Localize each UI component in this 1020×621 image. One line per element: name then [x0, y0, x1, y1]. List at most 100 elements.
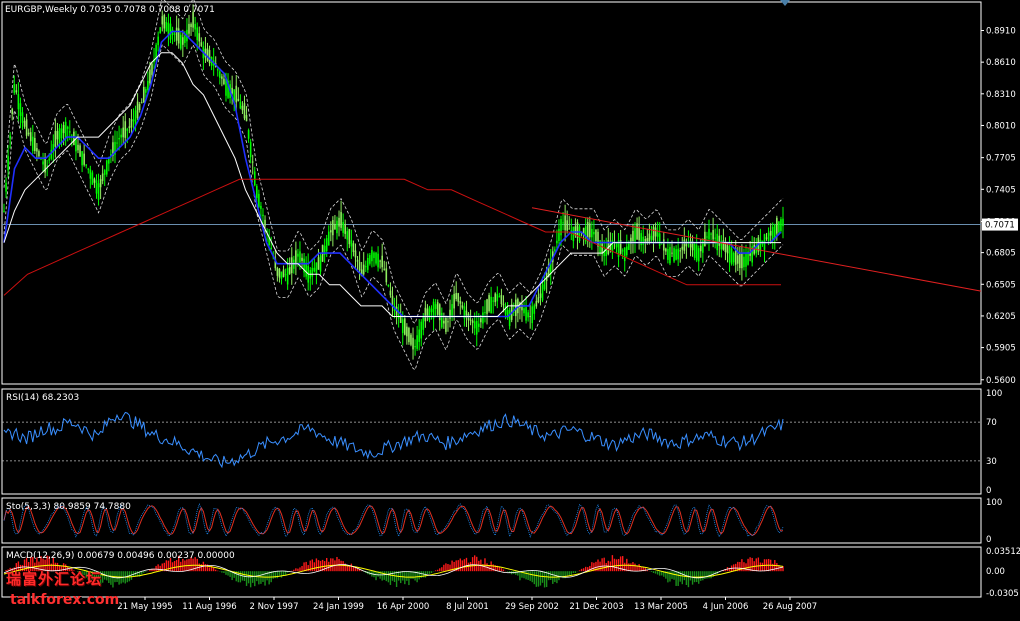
- candle-body: [256, 185, 258, 199]
- candle-body: [34, 138, 36, 151]
- candle-body: [477, 323, 480, 327]
- time-tick-label: 13 Mar 2005: [634, 602, 688, 612]
- candle-body: [712, 230, 714, 240]
- candle-body: [539, 293, 542, 298]
- candle-body: [484, 312, 486, 314]
- candle-body: [782, 218, 784, 227]
- candle-body: [765, 237, 768, 239]
- time-tick-label: 26 Aug 2007: [763, 602, 817, 612]
- candle-body: [558, 228, 560, 242]
- candle-body: [124, 121, 127, 138]
- candle-body: [177, 28, 180, 44]
- candle-body: [85, 164, 88, 166]
- candle-body: [496, 294, 499, 302]
- candle-body: [23, 120, 26, 127]
- candle-body: [223, 78, 225, 85]
- candle-body: [373, 252, 375, 259]
- candle-body: [732, 252, 735, 263]
- candle-body: [708, 228, 710, 240]
- candle-body: [418, 329, 420, 342]
- candle-body: [714, 237, 716, 239]
- candle-body: [424, 307, 427, 322]
- rsi-line: [3, 411, 784, 469]
- stoch-title: Sto(5,3,3) 80.9859 74.7880: [6, 502, 131, 512]
- candle-body: [529, 316, 531, 318]
- pane-frame-sto: [1, 497, 982, 544]
- forum-watermark: 瑞富外汇论坛 talkforex.com: [2, 568, 122, 612]
- price-tick-label: 0.8910: [986, 26, 1016, 36]
- candle-body: [336, 220, 338, 234]
- candle-body: [97, 183, 100, 200]
- candle-body: [188, 23, 190, 34]
- candle-body: [560, 219, 562, 236]
- candle-body: [451, 304, 453, 318]
- candle-body: [625, 246, 628, 256]
- candle-body: [414, 346, 416, 348]
- main-pane-title: EURGBP,Weekly 0.7035 0.7078 0.7008 0.707…: [5, 5, 215, 15]
- candle-body: [66, 126, 69, 129]
- time-tick-label: 24 Jan 1999: [313, 602, 364, 612]
- candle-body: [206, 48, 209, 61]
- trading-terminal-chart[interactable]: 0.89100.86100.83100.80100.77050.74050.71…: [0, 0, 1020, 617]
- candle-body: [677, 248, 679, 260]
- chart-shift-marker-icon[interactable]: [780, 0, 790, 6]
- candle-body: [658, 233, 661, 246]
- candle-body: [350, 240, 353, 247]
- candle-body: [190, 24, 192, 27]
- candle-body: [42, 161, 44, 165]
- candle-body: [541, 284, 544, 301]
- price-tick-label: 0.7705: [986, 154, 1016, 164]
- candle-body: [697, 248, 700, 262]
- candle-body: [313, 267, 316, 272]
- candle-body: [284, 274, 287, 276]
- candle-body: [486, 299, 488, 314]
- candle-body: [434, 304, 437, 309]
- candle-body: [140, 102, 143, 104]
- candle-body: [311, 267, 314, 277]
- candle-body: [249, 142, 252, 158]
- last-price-label: 0.7071: [985, 221, 1015, 231]
- candle-body: [636, 223, 638, 240]
- candle-body: [385, 268, 388, 283]
- candle-body: [11, 108, 14, 115]
- candle-body: [103, 170, 106, 175]
- candle-body: [194, 23, 196, 30]
- candle-body: [449, 309, 451, 319]
- candle-body: [25, 119, 28, 136]
- candle-body: [652, 226, 655, 241]
- candle-body: [722, 240, 725, 250]
- candle-body: [743, 256, 745, 268]
- candle-body: [280, 271, 283, 279]
- candle-body: [410, 334, 412, 345]
- candle-body: [352, 243, 355, 252]
- rsi-tick-label: 70: [986, 418, 997, 428]
- candle-body: [286, 268, 289, 285]
- candle-body: [438, 304, 441, 321]
- stoch-tick-label: 0: [986, 535, 991, 545]
- candle-body: [297, 253, 299, 257]
- candle-body: [706, 236, 708, 238]
- candle-body: [362, 264, 365, 275]
- candle-body: [56, 131, 59, 140]
- candle-body: [588, 223, 591, 238]
- candle-body: [494, 293, 497, 303]
- candle-body: [208, 49, 211, 64]
- candle-body: [741, 253, 743, 269]
- candle-body: [371, 249, 373, 262]
- candle-body: [315, 262, 318, 275]
- candle-body: [237, 98, 240, 102]
- candle-body: [7, 156, 9, 171]
- candle-body: [710, 233, 712, 235]
- candle-body: [159, 27, 162, 34]
- candle-body: [591, 228, 593, 238]
- candle-body: [498, 296, 501, 298]
- candle-body: [93, 178, 96, 183]
- candle-body: [163, 14, 166, 29]
- chart-canvas[interactable]: 0.89100.86100.83100.80100.77050.74050.71…: [0, 0, 1020, 617]
- candle-body: [182, 37, 184, 45]
- candle-body: [564, 215, 566, 231]
- candle-body: [669, 247, 671, 264]
- candle-body: [73, 131, 75, 146]
- candle-body: [566, 220, 568, 231]
- candle-body: [120, 134, 122, 138]
